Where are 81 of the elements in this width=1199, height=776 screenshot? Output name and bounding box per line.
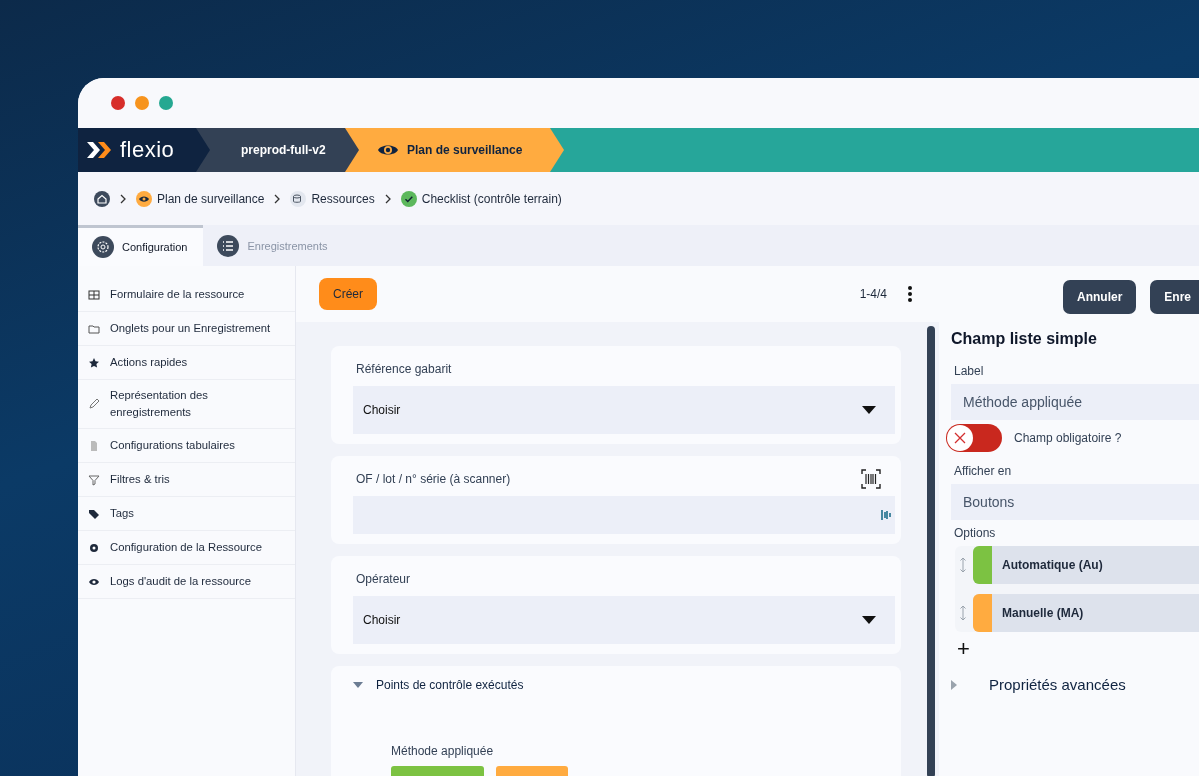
- breadcrumb-link[interactable]: Ressources: [290, 190, 375, 207]
- add-button[interactable]: +: [951, 634, 976, 664]
- field-caption: Afficher en: [954, 464, 1013, 478]
- select-field[interactable]: Choisir: [353, 386, 895, 434]
- logo-segment[interactable]: flexio: [78, 128, 211, 172]
- drag-handle-icon[interactable]: [959, 557, 967, 573]
- breadcrumb-link[interactable]: Plan de surveillance: [136, 190, 265, 207]
- panel-title: Champ liste simple: [951, 330, 1098, 348]
- field-label: OF / lot / n° série (à scanner): [356, 472, 511, 486]
- sidebar-item[interactable]: Filtres & tris: [78, 463, 295, 497]
- field-caption: Label: [954, 364, 985, 378]
- barcode-icon[interactable]: [861, 469, 881, 489]
- field-label: Opérateur: [356, 572, 411, 586]
- section-toggle[interactable]: Points de contrôle exécutés: [353, 678, 895, 692]
- scrollbar[interactable]: [927, 326, 935, 776]
- field-label: Référence gabarit: [356, 362, 452, 376]
- create-button[interactable]: Créer: [319, 278, 377, 310]
- tab[interactable]: Configuration: [78, 225, 204, 266]
- sidebar-item[interactable]: Formulaire de la ressource: [78, 278, 295, 312]
- database-icon: [290, 190, 307, 207]
- segment-label: preprod-full-v2: [241, 143, 326, 157]
- maximize-dot[interactable]: [159, 96, 173, 110]
- input-field[interactable]: Méthode appliquée: [951, 384, 1199, 420]
- scanner-icon: [881, 509, 891, 521]
- select-field[interactable]: Choisir: [353, 596, 895, 644]
- option-item[interactable]: Manuelle (MA): [973, 594, 1199, 632]
- tag-icon: [88, 507, 100, 520]
- option-label: Manuelle (MA): [1001, 606, 1084, 620]
- pagination-text: 1-4/4: [859, 287, 887, 301]
- sidebar-label: Représentation des enregistrements: [110, 388, 209, 420]
- caret-icon: [353, 681, 363, 689]
- caret-icon: [951, 679, 957, 690]
- sidebar-item[interactable]: Configurations tabulaires: [78, 429, 295, 463]
- cancel-button[interactable]: Annuler: [1063, 280, 1137, 314]
- sidebar-item[interactable]: Représentation des enregistrements: [78, 380, 295, 429]
- sidebar-label: Configurations tabulaires: [110, 438, 235, 453]
- sidebar-label: Onglets pour un Enregistrement: [110, 321, 271, 336]
- sidebar-item[interactable]: Onglets pour un Enregistrement: [78, 312, 295, 346]
- home-icon[interactable]: [94, 190, 110, 207]
- document-icon: [88, 439, 100, 452]
- segment-label: Plan de surveillance: [407, 143, 523, 157]
- sidebar-item[interactable]: Configuration de la Ressource: [78, 531, 295, 565]
- cross-icon: [952, 430, 968, 446]
- eye-icon: [136, 190, 152, 207]
- pencil-icon: [88, 398, 100, 410]
- dropdown-icon: [861, 615, 877, 625]
- sidebar-item[interactable]: Logs d'audit de la ressource: [78, 565, 295, 599]
- more-icon[interactable]: [907, 285, 913, 303]
- sidebar-label: Actions rapides: [110, 355, 188, 370]
- table-icon: [88, 288, 100, 301]
- gear-icon: [88, 541, 100, 554]
- drag-handle-icon[interactable]: [959, 605, 967, 621]
- dropdown-icon: [861, 405, 877, 415]
- check-icon: [400, 190, 417, 207]
- breadcrumb-link[interactable]: Checklist (contrôle terrain): [400, 190, 562, 207]
- sidebar-label: Filtres & tris: [110, 472, 170, 487]
- save-button[interactable]: Enre: [1150, 280, 1199, 314]
- select-field[interactable]: Boutons: [951, 484, 1199, 520]
- option-item[interactable]: Automatique (Au): [973, 546, 1199, 584]
- folder-icon: [88, 322, 100, 335]
- sidebar-label: Logs d'audit de la ressource: [110, 574, 251, 589]
- field-caption: Options: [954, 526, 997, 540]
- chevrons-icon: [86, 140, 112, 160]
- sidebar-label: Configuration de la Ressource: [110, 540, 262, 555]
- advanced-toggle[interactable]: Propriétés avancées: [951, 676, 1199, 693]
- field-label: Méthode appliquée: [391, 744, 495, 758]
- sidebar-item[interactable]: Tags: [78, 497, 295, 531]
- sidebar-item[interactable]: Actions rapides: [78, 346, 295, 380]
- toggle-label: Champ obligatoire ?: [1014, 431, 1122, 445]
- gear-icon: [92, 236, 114, 258]
- star-icon: [88, 356, 100, 369]
- minimize-dot[interactable]: [135, 96, 149, 110]
- close-dot[interactable]: [111, 96, 125, 110]
- list-icon: [217, 234, 240, 257]
- sidebar-label: Formulaire de la ressource: [110, 287, 245, 302]
- logo-text: flexio: [120, 137, 175, 163]
- option-label: Automatique (Au): [1001, 558, 1103, 572]
- toggle-switch[interactable]: [946, 424, 1002, 452]
- input-field[interactable]: [353, 496, 895, 534]
- sidebar-label: Tags: [110, 506, 134, 521]
- filter-icon: [88, 473, 100, 486]
